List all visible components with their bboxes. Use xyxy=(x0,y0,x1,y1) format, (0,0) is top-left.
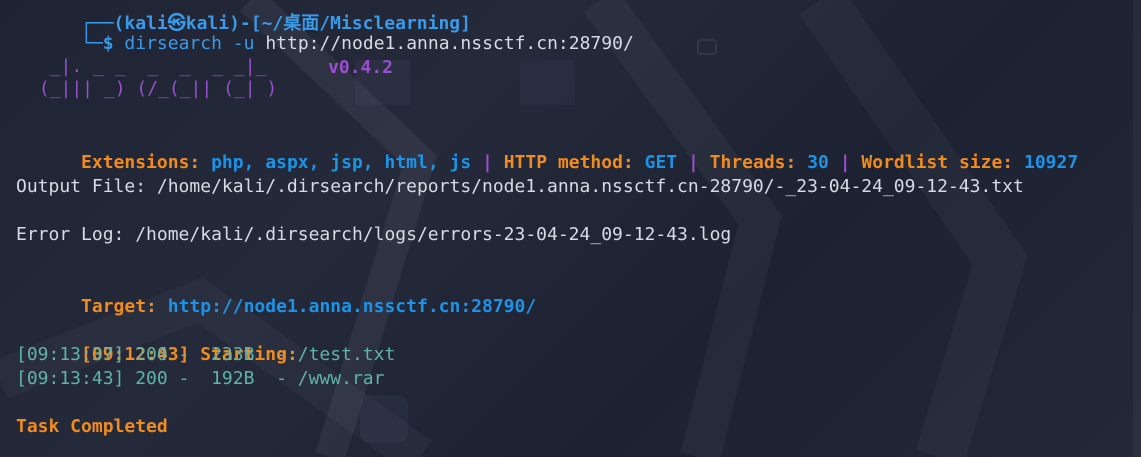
command-line: └─$ dirsearch -u http://node1.anna.nssct… xyxy=(16,8,634,54)
logo-line-2: (_||| _) (/_(_|| (_| ) xyxy=(28,78,278,99)
target-url: http://node1.anna.nssctf.cn:28790/ xyxy=(167,296,537,317)
extensions-value: php, aspx, jsp, html, js xyxy=(211,152,472,173)
result-row: [09:13:37] 200 - 233B - /test.txt xyxy=(16,344,396,365)
dirsearch-logo: _|. _ _ _ _ _ _|_ (_||| _) (/_(_|| (_| ) xyxy=(28,56,308,106)
version-label: v0.4.2 xyxy=(328,57,394,78)
http-method-label: HTTP method: xyxy=(503,152,634,173)
separator: | xyxy=(687,152,699,173)
threads-label: Threads: xyxy=(709,152,797,173)
target-line: Target: http://node1.anna.nssctf.cn:2879… xyxy=(16,271,536,317)
scrollbar[interactable] xyxy=(1133,0,1141,457)
prompt-dollar: $ xyxy=(102,33,114,54)
config-line: Extensions: php, aspx, jsp, html, js | H… xyxy=(16,127,1078,173)
http-method-value: GET xyxy=(644,152,678,173)
prompt-corner: └─ xyxy=(81,33,103,54)
threads-value: 30 xyxy=(807,152,829,173)
wordlist-size-label: Wordlist size: xyxy=(861,152,1014,173)
logo-line-1: _|. _ _ _ _ _ _|_ xyxy=(28,56,267,77)
target-label: Target: xyxy=(81,296,157,317)
extensions-label: Extensions: xyxy=(81,152,201,173)
separator: | xyxy=(839,152,851,173)
output-file-line: Output File: /home/kali/.dirsearch/repor… xyxy=(16,176,1024,197)
wordlist-size-value: 10927 xyxy=(1023,152,1079,173)
command-flag: -u xyxy=(232,33,255,54)
command-name: dirsearch xyxy=(124,33,222,54)
result-row: [09:13:43] 200 - 192B - /www.rar xyxy=(16,368,385,389)
task-completed-line: Task Completed xyxy=(16,416,168,437)
terminal-window[interactable]: ┌──(kali㉿kali)-[~/桌面/Misclearning] └─$ d… xyxy=(0,0,1141,457)
starting-line: [09:12:43] Starting: xyxy=(16,319,298,365)
separator: | xyxy=(482,152,493,173)
error-log-line: Error Log: /home/kali/.dirsearch/logs/er… xyxy=(16,224,732,245)
command-url: http://node1.anna.nssctf.cn:28790/ xyxy=(265,33,634,54)
